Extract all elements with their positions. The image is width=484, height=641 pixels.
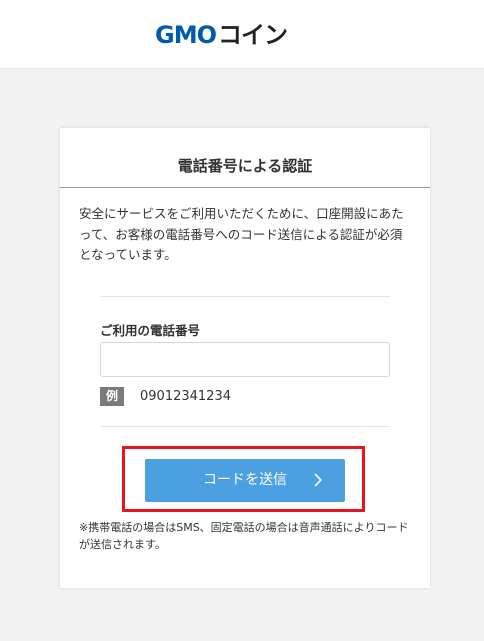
example-badge: 例 [100,387,124,406]
gmo-coin-logo[interactable]: GMO コイン [155,22,336,48]
page-title: 電話番号による認証 [60,128,430,188]
phone-field-label: ご利用の電話番号 [100,323,201,338]
site-header: GMO コイン [0,0,484,69]
example-phone-value: 09012341234 [140,389,231,404]
chevron-right-icon [314,473,323,487]
divider-bottom [100,426,390,427]
description-text: 安全にサービスをご利用いただくために、口座開設にあたって、お客様の電話番号へのコ… [79,206,404,262]
divider-top [100,296,390,297]
phone-auth-card: 電話番号による認証 安全にサービスをご利用いただくために、口座開設にあたって、お… [60,128,430,588]
logo-gmo-text: GMO [155,21,217,49]
sms-note: ※携帯電話の場合はSMS、固定電話の場合は音声通話によりコードが送信されます。 [79,521,409,551]
send-code-button[interactable]: コードを送信 [145,459,345,502]
logo-coin-text: コイン [217,21,288,49]
phone-number-input[interactable] [100,342,390,377]
